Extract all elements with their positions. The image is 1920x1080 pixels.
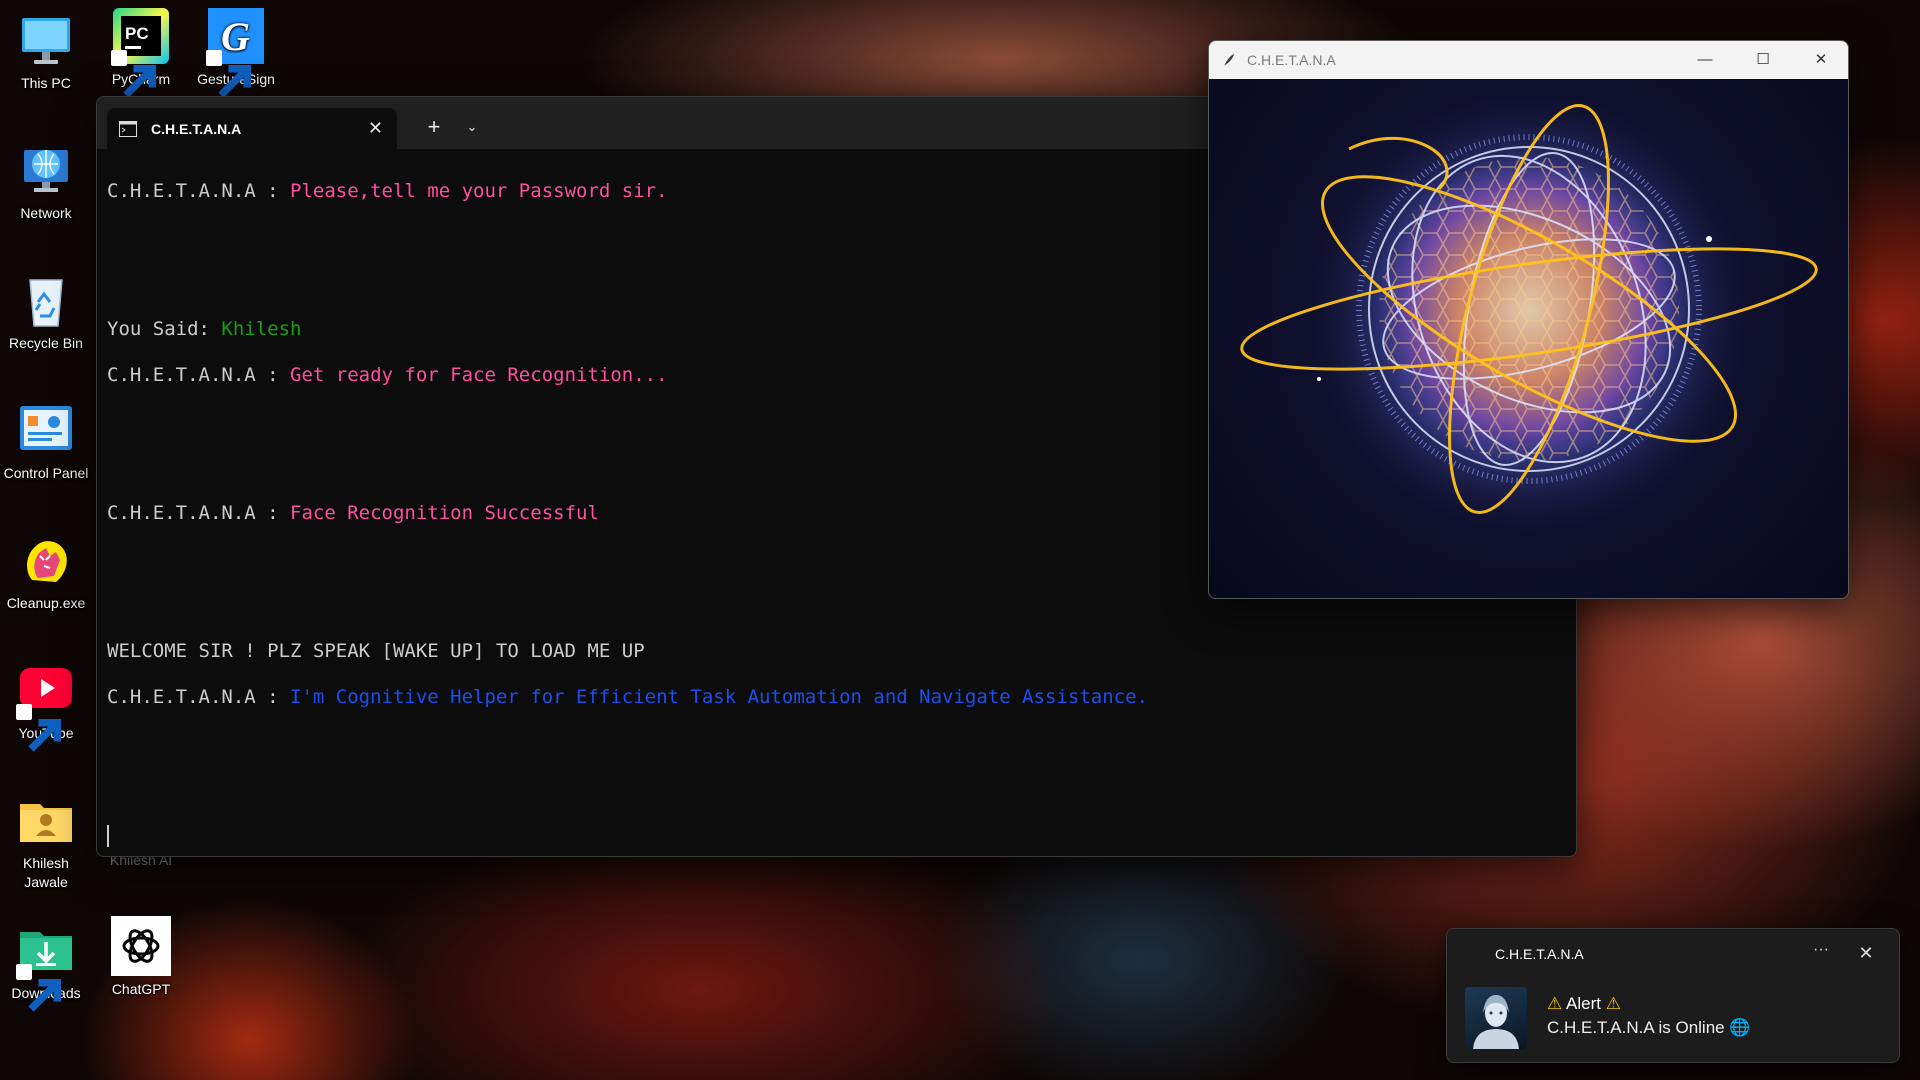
monitor-icon — [16, 10, 76, 70]
minimize-button[interactable]: — — [1676, 41, 1734, 79]
orb-canvas — [1209, 79, 1848, 598]
downloads-folder-icon — [16, 920, 76, 1012]
chatgpt-icon — [111, 916, 171, 976]
notification-app-name: C.H.E.T.A.N.A — [1495, 946, 1584, 962]
console-line: ​ — [107, 778, 1566, 801]
energy-orb-graphic — [1240, 84, 1818, 544]
globe-icon: 🌐 — [1729, 1018, 1751, 1037]
desktop-icon-label: Control Panel — [3, 465, 89, 481]
terminal-tab[interactable]: C.H.E.T.A.N.A ✕ — [107, 108, 397, 149]
desktop-icon-network[interactable]: Network — [0, 140, 92, 223]
warning-icon: ⚠ — [1547, 994, 1563, 1013]
recycle-bin-icon — [16, 270, 76, 330]
shortcut-arrow-icon — [206, 50, 251, 98]
close-button[interactable]: ✕ — [1792, 41, 1848, 79]
notification-toast[interactable]: C.H.E.T.A.N.A ··· ✕ ⚠ Alert ⚠ C.H.E.T.A.… — [1446, 928, 1900, 1063]
console-line: C.H.E.T.A.N.A : I'm Cognitive Helper for… — [107, 686, 1148, 708]
youtube-icon — [16, 660, 76, 752]
desktop-icon-control-panel[interactable]: Control Panel — [0, 400, 92, 483]
desktop-icon-label: Recycle Bin — [9, 335, 83, 351]
desktop-icon-gesturesign[interactable]: G GestureSign — [190, 6, 282, 98]
control-panel-icon — [16, 400, 76, 460]
terminal-icon — [119, 120, 137, 137]
desktop-icon-label: Cleanup.exe — [6, 595, 86, 611]
close-notification-button[interactable]: ✕ — [1850, 939, 1882, 967]
more-options-button[interactable]: ··· — [1805, 939, 1837, 967]
avatar — [1465, 987, 1527, 1049]
user-folder-icon — [16, 790, 76, 850]
gesturesign-icon: G — [206, 6, 266, 98]
desktop-icon-label: ChatGPT — [111, 981, 171, 997]
feather-icon — [1224, 54, 1234, 66]
console-line: ​ — [107, 732, 1566, 755]
desktop-icon-recycle-bin[interactable]: Recycle Bin — [0, 270, 92, 353]
chevron-down-icon[interactable]: ⌄ — [457, 111, 487, 143]
text-cursor — [107, 824, 109, 847]
terminal-tab-title: C.H.E.T.A.N.A — [151, 120, 242, 137]
shortcut-arrow-icon — [16, 964, 61, 1012]
desktop-icon-this-pc[interactable]: This PC — [0, 10, 92, 93]
maximize-button[interactable]: ☐ — [1734, 41, 1792, 79]
desktop-icon-pycharm[interactable]: PC PyCharm — [95, 6, 187, 98]
cleanup-hand-icon — [16, 530, 76, 590]
desktop-icon-label: This PC — [21, 75, 71, 91]
network-globe-icon — [16, 140, 76, 200]
window-titlebar[interactable]: C.H.E.T.A.N.A — ☐ ✕ — [1209, 41, 1848, 79]
pycharm-icon: PC — [111, 6, 171, 98]
shortcut-arrow-icon — [111, 50, 156, 98]
window-title: C.H.E.T.A.N.A — [1247, 52, 1336, 68]
shortcut-arrow-icon — [16, 704, 61, 752]
notification-title: ⚠ Alert ⚠ — [1547, 994, 1621, 1013]
console-line: WELCOME SIR ! PLZ SPEAK [WAKE UP] TO LOA… — [107, 640, 645, 662]
desktop-icon-downloads[interactable]: Downloads — [0, 920, 92, 1012]
desktop-icon-label: Network — [20, 205, 72, 221]
new-tab-button[interactable]: + — [417, 111, 451, 143]
desktop-icon-label: Khilesh Jawale — [23, 855, 69, 890]
svg-text:PC: PC — [125, 24, 149, 43]
warning-icon: ⚠ — [1605, 994, 1621, 1013]
orb-window[interactable]: C.H.E.T.A.N.A — ☐ ✕ — [1208, 40, 1849, 599]
desktop-icon-chatgpt[interactable]: ChatGPT — [95, 916, 187, 999]
desktop-icon-user-folder[interactable]: Khilesh Jawale — [0, 790, 92, 892]
console-line — [107, 824, 1566, 847]
desktop-icon-youtube[interactable]: YouTube — [0, 660, 92, 752]
desktop-icon-cleanup[interactable]: Cleanup.exe — [0, 530, 92, 613]
notification-body: C.H.E.T.A.N.A is Online 🌐 — [1547, 1018, 1751, 1037]
close-tab-icon[interactable]: ✕ — [368, 119, 383, 137]
